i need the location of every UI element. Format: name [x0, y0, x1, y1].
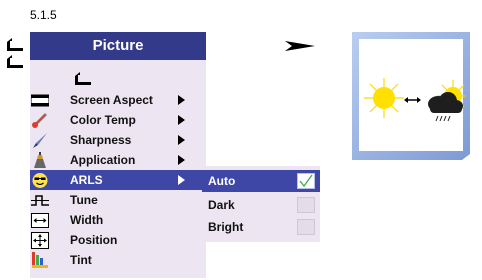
- tune-icon: [31, 195, 49, 206]
- back-arrow-icon[interactable]: [6, 38, 24, 52]
- back-arrow-icon[interactable]: [6, 55, 24, 69]
- menu-item-label: Sharpness: [70, 133, 132, 147]
- menu-item-screen-aspect[interactable]: Screen Aspect: [30, 90, 206, 110]
- menu-item-label: Width: [70, 213, 104, 227]
- menu-item-label: Tint: [70, 253, 92, 267]
- submenu-option-dark[interactable]: Dark: [202, 194, 320, 216]
- submenu-arrow-icon: [178, 115, 185, 125]
- submenu-arrow-icon: [178, 155, 185, 165]
- menu-item-tint[interactable]: Tint: [30, 250, 206, 270]
- sun-icon: [364, 78, 404, 118]
- submenu-option-label: Bright: [208, 220, 244, 234]
- sharpness-icon: [33, 133, 47, 148]
- menu-item-label: Color Temp: [70, 113, 136, 127]
- position-icon: [31, 232, 49, 249]
- menu-title: Picture: [92, 37, 144, 54]
- submenu-option-auto[interactable]: Auto: [202, 170, 320, 192]
- submenu-option-bright[interactable]: Bright: [202, 216, 320, 238]
- arls-submenu: Auto Dark Bright: [202, 166, 320, 242]
- menu-item-label: Screen Aspect: [70, 93, 153, 107]
- picture-menu: Picture Screen Aspect Color Temp Sharpne…: [30, 32, 206, 278]
- menu-item-label: Application: [70, 153, 136, 167]
- menu-item-label: Tune: [70, 193, 98, 207]
- menu-item-position[interactable]: Position: [30, 230, 206, 250]
- sunglasses-face-icon: [32, 173, 48, 188]
- arrow-right-icon: [285, 41, 315, 51]
- menu-item-width[interactable]: Width: [30, 210, 206, 230]
- menu-item-label: Position: [70, 233, 118, 247]
- submenu-option-label: Dark: [208, 198, 235, 212]
- arls-preview-illustration: [352, 32, 470, 160]
- application-icon: [34, 152, 46, 168]
- submenu-arrow-icon: [178, 95, 185, 105]
- back-arrow-icon[interactable]: [74, 72, 92, 86]
- checkbox[interactable]: [297, 197, 315, 213]
- checkmark-icon: [299, 174, 313, 188]
- menu-item-label: ARLS: [70, 173, 103, 187]
- checkbox[interactable]: [297, 219, 315, 235]
- screen-aspect-icon: [31, 94, 49, 107]
- menu-item-sharpness[interactable]: Sharpness: [30, 130, 206, 150]
- thermometer-icon: [32, 112, 48, 128]
- menu-item-application[interactable]: Application: [30, 150, 206, 170]
- menu-item-tune[interactable]: Tune: [30, 190, 206, 210]
- checkbox[interactable]: [297, 173, 315, 189]
- tint-icon: [32, 252, 48, 268]
- menu-item-arls[interactable]: ARLS: [30, 170, 206, 190]
- submenu-arrow-icon: [178, 135, 185, 145]
- section-number: 5.1.5: [30, 8, 57, 22]
- submenu-option-label: Auto: [208, 174, 236, 188]
- width-icon: [31, 213, 49, 228]
- submenu-arrow-icon: [178, 175, 185, 185]
- menu-item-color-temp[interactable]: Color Temp: [30, 110, 206, 130]
- menu-title-bar: Picture: [30, 32, 206, 60]
